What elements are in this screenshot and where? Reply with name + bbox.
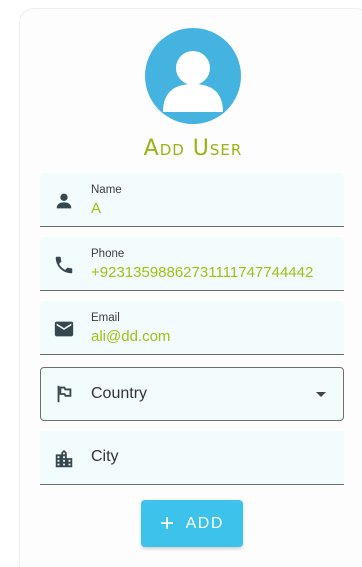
- phone-field[interactable]: Phone +92313598862731111747744442: [40, 237, 344, 291]
- chevron-down-icon[interactable]: [316, 392, 326, 397]
- country-placeholder: Country: [91, 385, 148, 402]
- name-field[interactable]: Name A: [40, 173, 344, 227]
- city-icon: [53, 448, 75, 470]
- add-button-label: ADD: [185, 514, 224, 532]
- name-value[interactable]: A: [91, 200, 336, 217]
- email-value[interactable]: ali@dd.com: [91, 328, 336, 345]
- page-title: Add User: [143, 136, 243, 161]
- country-select[interactable]: Country: [40, 367, 344, 421]
- email-field[interactable]: Email ali@dd.com: [40, 301, 344, 355]
- email-label: Email: [91, 312, 120, 324]
- city-placeholder: City: [91, 448, 119, 465]
- phone-icon: [53, 254, 75, 276]
- phone-value[interactable]: +92313598862731111747744442: [91, 264, 336, 281]
- avatar-icon: [145, 28, 241, 124]
- flag-icon: [53, 383, 75, 405]
- person-icon: [53, 190, 75, 212]
- phone-label: Phone: [91, 248, 125, 260]
- email-icon: [53, 318, 75, 340]
- city-field[interactable]: City: [40, 431, 344, 485]
- name-label: Name: [91, 184, 122, 196]
- plus-icon: +: [160, 509, 176, 537]
- add-button[interactable]: + ADD: [141, 500, 243, 547]
